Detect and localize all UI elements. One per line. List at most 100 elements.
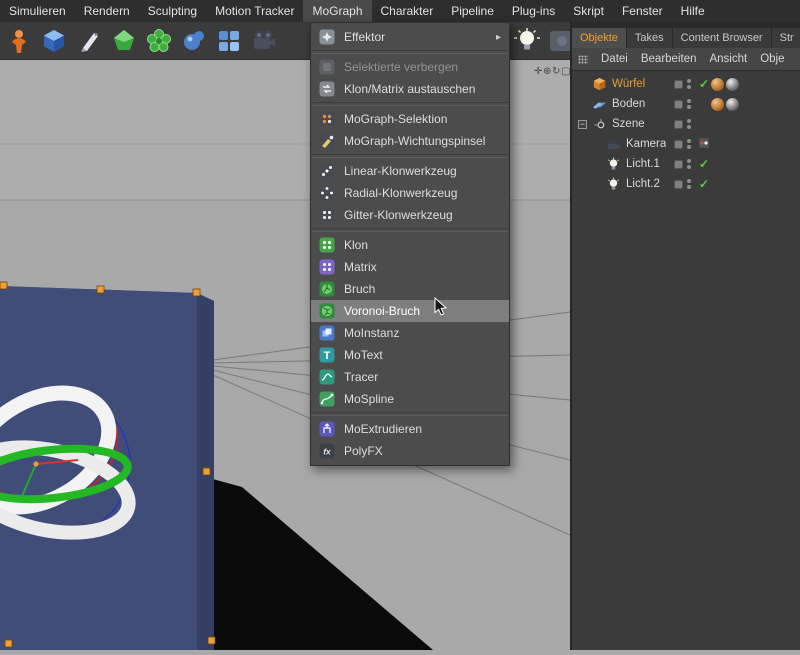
menu-item-moextrudieren[interactable]: MoExtrudieren: [311, 418, 509, 440]
array-tool-icon[interactable]: [214, 26, 244, 56]
visibility-dots[interactable]: [687, 99, 693, 109]
object-name[interactable]: Szene: [612, 118, 645, 130]
rotate-icon[interactable]: ↻: [552, 66, 560, 78]
menubar-item-fenster[interactable]: Fenster: [613, 0, 672, 22]
metaball-tool-icon[interactable]: [179, 26, 209, 56]
visibility-dots[interactable]: [687, 79, 693, 89]
character-tool-icon[interactable]: [4, 26, 34, 56]
layer-color-chip[interactable]: [674, 80, 683, 89]
enabled-check-icon[interactable]: ✓: [697, 177, 711, 191]
menu-item-motext[interactable]: TMoText: [311, 344, 509, 366]
menu-item-klon[interactable]: Klon: [311, 234, 509, 256]
tab-takes[interactable]: Takes: [627, 28, 673, 48]
collapse-expander-icon[interactable]: −: [578, 120, 587, 129]
camera-object-icon: [605, 136, 621, 152]
menu-item-mograph-selektion[interactable]: MoGraph-Selektion: [311, 108, 509, 130]
menu-item-radial-klonwerkzeug[interactable]: Radial-Klonwerkzeug: [311, 182, 509, 204]
visibility-dots[interactable]: [687, 139, 693, 149]
light-tool-icon[interactable]: [512, 26, 542, 56]
om-menu-datei[interactable]: Datei: [601, 53, 628, 65]
menubar-item-motion-tracker[interactable]: Motion Tracker: [206, 0, 303, 22]
menu-item-effektor[interactable]: Effektor▸: [311, 26, 509, 48]
object-name[interactable]: Boden: [612, 98, 645, 110]
moextrude-icon: [319, 421, 335, 437]
object-name[interactable]: Würfel: [612, 78, 645, 90]
platonic-tool-icon[interactable]: [109, 26, 139, 56]
tab-str[interactable]: Str: [772, 28, 800, 48]
svg-text:T: T: [324, 350, 331, 362]
menubar-item-skript[interactable]: Skript: [564, 0, 613, 22]
menu-item-voronoi-bruch[interactable]: Voronoi-Bruch: [311, 300, 509, 322]
object-name[interactable]: Licht.2: [626, 178, 660, 190]
pan-icon[interactable]: ✛: [534, 66, 542, 78]
object-row-licht-1[interactable]: Licht.1 ✓: [572, 154, 800, 174]
menubar-item-rendern[interactable]: Rendern: [75, 0, 139, 22]
menu-item-label: MoInstanz: [344, 326, 399, 340]
tab-objekte[interactable]: Objekte: [572, 28, 627, 48]
menubar-item-plug-ins[interactable]: Plug-ins: [503, 0, 564, 22]
visibility-dots[interactable]: [687, 179, 693, 189]
matrix-icon: [319, 259, 335, 275]
menubar-item-simulieren[interactable]: Simulieren: [0, 0, 75, 22]
camera-tag-icon[interactable]: [697, 137, 711, 152]
menu-item-label: Klon/Matrix austauschen: [344, 82, 475, 96]
menubar-item-hilfe[interactable]: Hilfe: [672, 0, 714, 22]
moinstance-icon: [319, 325, 335, 341]
menu-separator: [312, 412, 508, 416]
layer-color-chip[interactable]: [674, 140, 683, 149]
menu-separator: [312, 154, 508, 158]
panel-grid-icon[interactable]: [578, 55, 588, 64]
material-sphere-gray[interactable]: [726, 78, 739, 91]
material-tags: [711, 98, 743, 111]
layer-color-chip[interactable]: [674, 120, 683, 129]
menu-item-polyfx[interactable]: fxPolyFX: [311, 440, 509, 462]
voronoi-fracture-icon: [319, 303, 335, 319]
menu-item-matrix[interactable]: Matrix: [311, 256, 509, 278]
menu-item-gitter-klonwerkzeug[interactable]: Gitter-Klonwerkzeug: [311, 204, 509, 226]
maximize-icon[interactable]: ▢: [561, 66, 569, 78]
om-menu-bearbeiten[interactable]: Bearbeiten: [641, 53, 697, 65]
layer-color-chip[interactable]: [674, 180, 683, 189]
material-sphere-orange[interactable]: [711, 98, 724, 111]
menu-item-label: MoExtrudieren: [344, 422, 422, 436]
menu-item-label: Matrix: [344, 260, 377, 274]
menubar-item-charakter[interactable]: Charakter: [372, 0, 443, 22]
object-manager-panel: ObjekteTakesContent BrowserStr Datei Bear…: [570, 22, 800, 650]
enabled-check-icon[interactable]: ✓: [697, 77, 711, 91]
object-row-szene[interactable]: − Szene: [572, 114, 800, 134]
enabled-check-icon[interactable]: ✓: [697, 157, 711, 171]
menu-item-mospline[interactable]: MoSpline: [311, 388, 509, 410]
menu-separator: [312, 102, 508, 106]
om-menu-obje[interactable]: Obje: [760, 53, 784, 65]
cube-primitive-tool-icon[interactable]: [39, 26, 69, 56]
menubar-item-mograph[interactable]: MoGraph: [303, 0, 371, 22]
om-menu-ansicht[interactable]: Ansicht: [709, 53, 747, 65]
spline-pen-tool-icon[interactable]: [74, 26, 104, 56]
visibility-dots[interactable]: [687, 159, 693, 169]
object-manager-menubar: Datei Bearbeiten Ansicht Obje: [572, 48, 800, 71]
object-row-w-rfel[interactable]: Würfel ✓: [572, 74, 800, 94]
menu-item-tracer[interactable]: Tracer: [311, 366, 509, 388]
menu-item-linear-klonwerkzeug[interactable]: Linear-Klonwerkzeug: [311, 160, 509, 182]
object-row-licht-2[interactable]: Licht.2 ✓: [572, 174, 800, 194]
menu-item-mograph-wichtungspinsel[interactable]: MoGraph-Wichtungspinsel: [311, 130, 509, 152]
object-row-kamera[interactable]: Kamera: [572, 134, 800, 154]
layer-color-chip[interactable]: [674, 100, 683, 109]
object-row-boden[interactable]: Boden: [572, 94, 800, 114]
zoom-icon[interactable]: ⊕: [543, 66, 551, 78]
menubar-item-pipeline[interactable]: Pipeline: [442, 0, 503, 22]
object-name[interactable]: Kamera: [626, 138, 666, 150]
menubar-item-sculpting[interactable]: Sculpting: [139, 0, 206, 22]
mograph-cloner-tool-icon[interactable]: [144, 26, 174, 56]
visibility-dots[interactable]: [687, 119, 693, 129]
material-sphere-orange[interactable]: [711, 78, 724, 91]
menu-item-moinstanz[interactable]: MoInstanz: [311, 322, 509, 344]
layer-color-chip[interactable]: [674, 160, 683, 169]
menu-item-klon-matrix-austauschen[interactable]: Klon/Matrix austauschen: [311, 78, 509, 100]
material-sphere-gray[interactable]: [726, 98, 739, 111]
menu-item-bruch[interactable]: Bruch: [311, 278, 509, 300]
partial-tool-icon[interactable]: [547, 26, 570, 56]
camera-tool-icon[interactable]: [249, 26, 279, 56]
object-name[interactable]: Licht.1: [626, 158, 660, 170]
tab-content-browser[interactable]: Content Browser: [673, 28, 772, 48]
